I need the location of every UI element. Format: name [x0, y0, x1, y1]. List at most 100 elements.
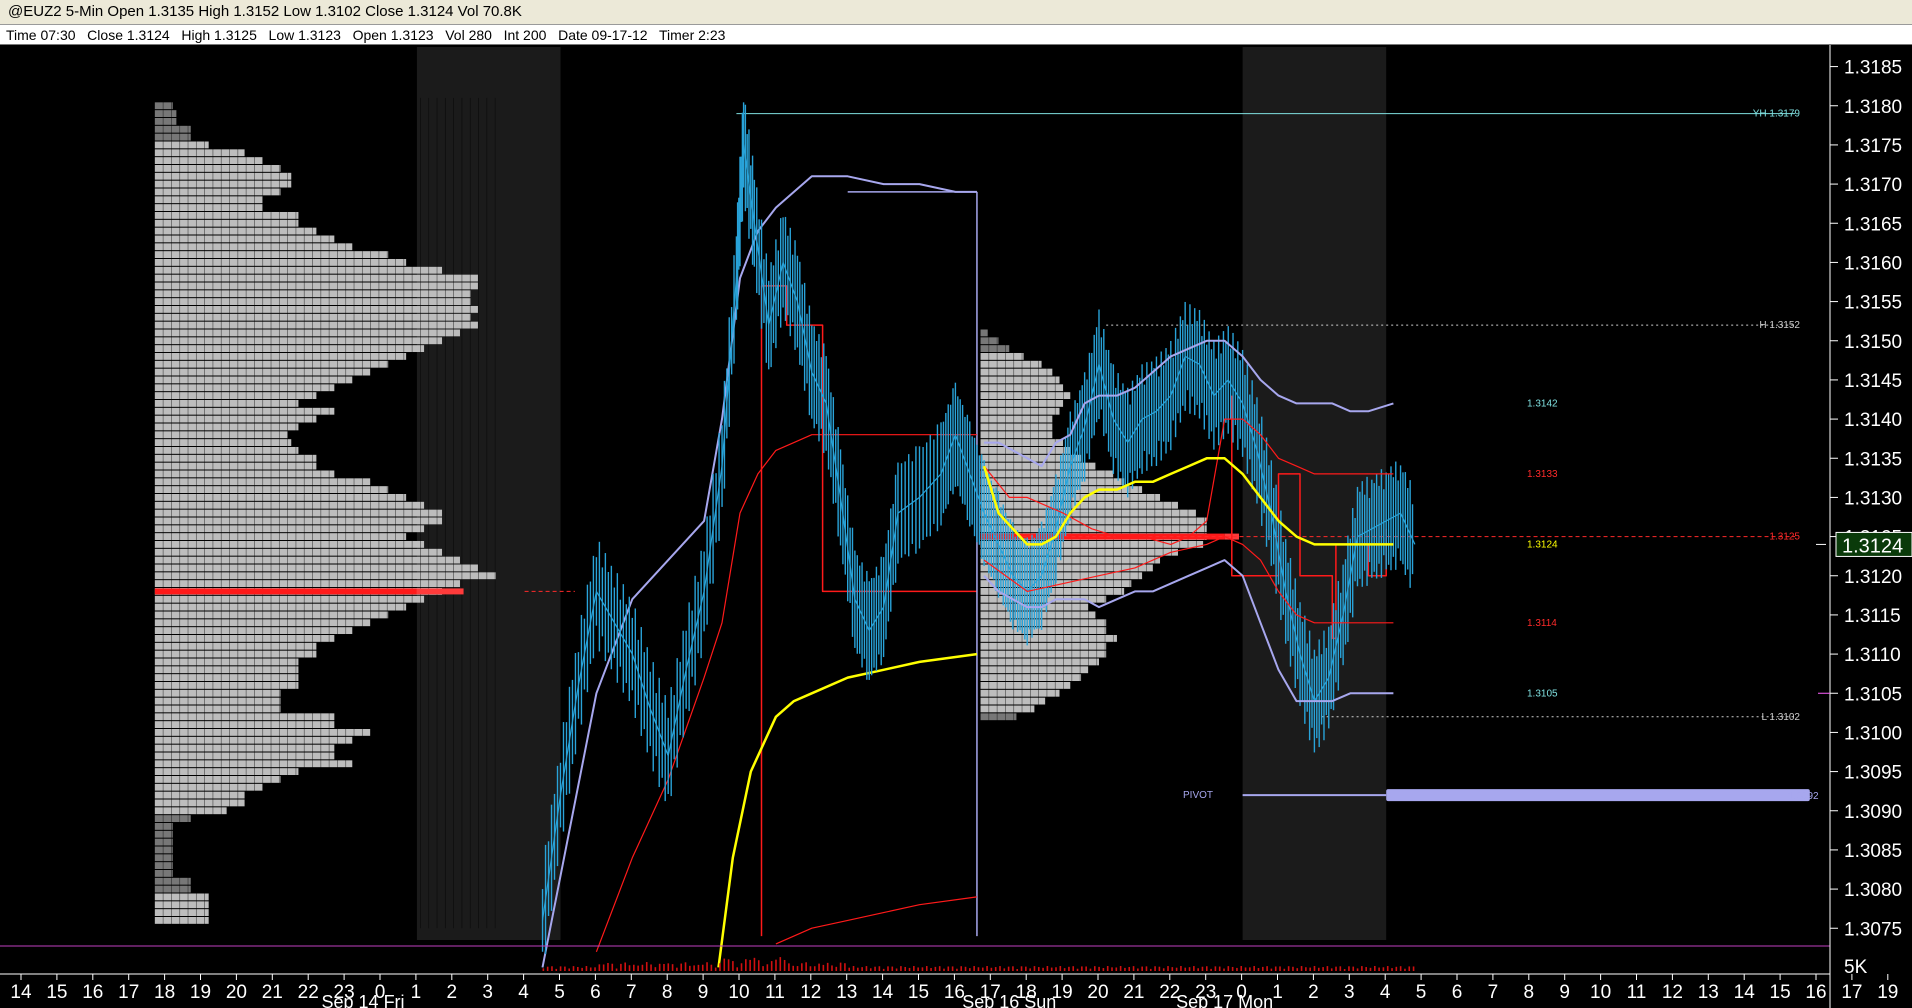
profile-row — [154, 517, 443, 525]
volume-bar — [930, 968, 932, 971]
volume-bar — [921, 967, 924, 971]
volume-bar — [1386, 966, 1389, 971]
volume-bar — [951, 966, 954, 971]
profile-row — [980, 447, 1071, 454]
volume-bar — [1093, 966, 1096, 971]
volume-bar — [1050, 967, 1053, 971]
volume-bar — [1046, 966, 1049, 971]
profile-row — [154, 227, 317, 235]
volume-bar — [628, 965, 631, 971]
profile-row — [154, 118, 177, 125]
volume-bar — [676, 967, 678, 971]
profile-row — [154, 674, 299, 681]
volume-bar — [546, 966, 549, 971]
price-chart[interactable]: YH 1.3179 H 1.3152 L 1.3102 1.3125 1.3142 1.3… — [0, 45, 1912, 1008]
time-axis-label: 10 — [1590, 982, 1611, 1003]
time-axis-label: 15 — [908, 982, 929, 1003]
profile-row — [154, 548, 443, 556]
volume-bar — [801, 963, 803, 971]
volume-bar — [1404, 968, 1406, 971]
volume-bar — [1059, 966, 1062, 971]
time-axis-label: 14 — [872, 982, 894, 1003]
profile-row — [154, 877, 191, 885]
volume-bar — [796, 966, 799, 971]
profile-row — [154, 165, 281, 172]
volume-bar — [1317, 967, 1320, 971]
profile-row — [154, 666, 299, 674]
volume-bar — [1020, 966, 1023, 971]
profile-row — [980, 392, 1071, 399]
profile-row — [154, 235, 335, 243]
profile-row — [154, 423, 299, 431]
volume-bar — [1395, 966, 1398, 971]
volume-bar — [551, 966, 553, 971]
profile-row — [154, 407, 335, 415]
volume-bar — [1391, 968, 1393, 971]
price-axis-label: 1.3105 — [1844, 684, 1902, 705]
volume-bar — [1193, 966, 1195, 971]
price-axis-label: 1.3115 — [1844, 606, 1901, 627]
profile-row — [154, 736, 353, 744]
volume-bar — [1171, 967, 1174, 971]
profile-row — [154, 282, 478, 290]
profile-row — [980, 376, 1060, 384]
time-axis-label: 14 — [10, 982, 32, 1003]
pivot-bar — [1386, 789, 1810, 802]
volume-bar — [1029, 968, 1031, 971]
volume-bar — [749, 959, 751, 971]
volume-bar — [1287, 966, 1290, 971]
volume-bar — [775, 959, 777, 971]
volume-bar — [887, 966, 889, 971]
profile-row — [154, 533, 407, 540]
time-axis-label: 2 — [447, 982, 458, 1003]
volume-bar — [895, 968, 898, 971]
time-axis-label: 13 — [836, 982, 857, 1003]
price-axis-label: 1.3135 — [1844, 449, 1902, 470]
profile-row — [154, 462, 317, 470]
profile-row — [980, 682, 1071, 689]
volume-bar — [1210, 968, 1212, 971]
volume-bar — [1068, 966, 1070, 971]
last-price-label: 1.3124 — [1842, 535, 1903, 557]
volume-bar — [1214, 966, 1217, 971]
volume-bar — [1236, 967, 1238, 971]
volume-bar — [913, 966, 915, 971]
profile-row — [980, 353, 1024, 360]
volume-bar — [882, 968, 885, 971]
volume-bar — [981, 967, 984, 971]
profile-row — [154, 392, 317, 399]
time-axis-label: 18 — [154, 982, 175, 1003]
time-axis-label: 16 — [1805, 982, 1826, 1003]
profile-row — [980, 650, 1107, 658]
volume-bar — [762, 966, 764, 971]
profile-row — [154, 470, 335, 478]
price-axis-label: 1.3155 — [1844, 293, 1902, 314]
volume-bar — [788, 963, 790, 971]
volume-bar — [572, 966, 575, 971]
volume-bar — [1369, 967, 1372, 971]
volume-bar — [1154, 966, 1156, 971]
volume-bar — [555, 968, 558, 971]
volume-bar — [973, 966, 975, 971]
volume-bar — [1197, 968, 1199, 971]
volume-bar — [1309, 967, 1311, 971]
volume-bar — [1145, 966, 1148, 971]
time-axis-label: 1 — [411, 982, 422, 1003]
profile-row — [154, 885, 191, 893]
profile-row — [154, 219, 299, 227]
price-axis-label: 1.3180 — [1844, 97, 1902, 118]
volume-bar — [1343, 968, 1346, 971]
volume-bar — [1266, 966, 1268, 971]
time-axis-label: 17 — [1841, 982, 1862, 1003]
volume-bar — [900, 966, 902, 971]
volume-bar — [611, 963, 614, 971]
volume-bar — [1240, 966, 1243, 971]
volume-bar — [818, 963, 820, 971]
date-label-2: Sep 17 Mon — [1176, 992, 1273, 1008]
volume-bar — [943, 968, 945, 971]
volume-bar — [1223, 968, 1225, 971]
volume-bar — [1042, 967, 1044, 971]
time-axis-label: 3 — [1344, 982, 1355, 1003]
volume-bar — [999, 966, 1001, 971]
profile-row — [154, 212, 299, 219]
